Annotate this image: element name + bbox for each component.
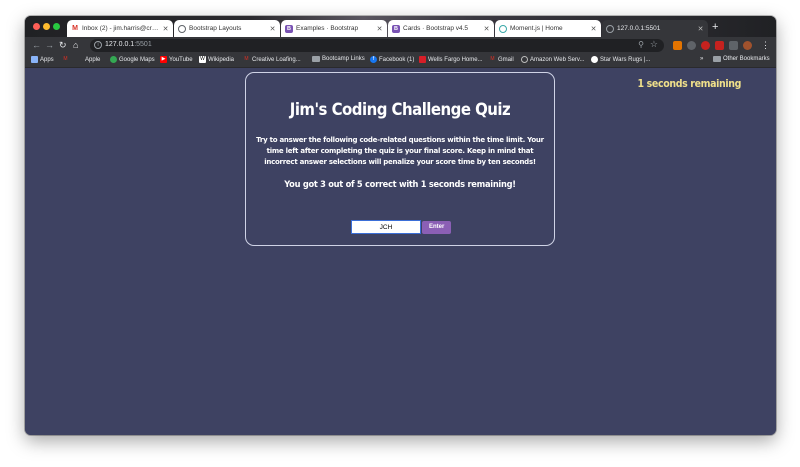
bookmarks-overflow-button[interactable]: »	[700, 56, 703, 62]
quiz-instructions: Try to answer the following code-related…	[256, 136, 544, 166]
tab-momentjs[interactable]: Moment.js | Home ✕	[495, 20, 601, 37]
back-arrow-icon[interactable]: ←	[32, 40, 41, 51]
moment-icon	[499, 24, 507, 33]
close-icon[interactable]: ✕	[697, 25, 704, 33]
quiz-title: Jim's Coding Challenge Quiz	[289, 100, 511, 120]
extension-icon[interactable]	[701, 41, 710, 50]
gmail-icon: M	[63, 56, 68, 62]
gmail-icon: M	[490, 56, 495, 62]
bookmark-facebook[interactable]: f Facebook (1)	[370, 56, 414, 63]
folder-icon	[312, 56, 320, 62]
close-icon[interactable]: ✕	[376, 25, 383, 33]
address-bar[interactable]: i 127.0.0.1:5501 ⚲ ☆	[90, 39, 664, 52]
initials-form: Enter	[351, 220, 452, 234]
home-icon[interactable]: ⌂	[73, 40, 78, 51]
address-port: :5501	[134, 41, 152, 48]
close-icon[interactable]: ✕	[162, 25, 169, 33]
apple-icon	[76, 56, 83, 63]
globe-icon	[606, 24, 614, 33]
browser-toolbar: ← → ↻ ⌂ i 127.0.0.1:5501 ⚲ ☆ ⋮	[25, 37, 776, 54]
wellsfargo-icon	[419, 56, 426, 63]
reload-icon[interactable]: ↻	[59, 40, 67, 51]
browser-window: M Inbox (2) - jim.harris@creativ... ✕ Bo…	[25, 16, 776, 435]
bookmark-youtube[interactable]: ▶ YouTube	[160, 56, 193, 63]
globe-icon	[178, 24, 186, 33]
bookmark-google-maps[interactable]: Google Maps	[110, 56, 155, 63]
extension-icon[interactable]	[715, 41, 724, 50]
youtube-icon: ▶	[160, 56, 167, 63]
bookmark-wikipedia[interactable]: W Wikipedia	[199, 56, 234, 63]
quiz-card: Jim's Coding Challenge Quiz Try to answe…	[245, 72, 555, 246]
bookmark-creative-loafing[interactable]: M Creative Loafing...	[243, 56, 300, 63]
bookmark-apple[interactable]: Apple	[76, 56, 100, 63]
forward-arrow-icon[interactable]: →	[45, 40, 54, 51]
close-icon[interactable]: ✕	[483, 25, 490, 33]
initials-input[interactable]	[351, 220, 421, 234]
bookmark-gmail-2[interactable]: M Gmail	[489, 56, 513, 63]
wikipedia-icon: W	[199, 56, 206, 63]
close-window-button[interactable]	[33, 23, 40, 30]
tab-bootstrap-layouts[interactable]: Bootstrap Layouts ✕	[174, 20, 280, 37]
folder-icon	[713, 56, 721, 62]
bootstrap-icon: B	[285, 24, 293, 33]
globe-icon	[521, 56, 528, 63]
minimize-window-button[interactable]	[43, 23, 50, 30]
bootstrap-icon: B	[392, 24, 400, 33]
tab-strip: M Inbox (2) - jim.harris@creativ... ✕ Bo…	[25, 16, 776, 37]
facebook-icon: f	[370, 56, 377, 63]
gmail-icon: M	[244, 56, 249, 62]
bookmark-bootcamp-links[interactable]: Bootcamp Links	[312, 56, 365, 62]
enter-button[interactable]: Enter	[422, 220, 452, 234]
maps-icon	[110, 56, 117, 63]
page-content: 1 seconds remaining Jim's Coding Challen…	[25, 68, 776, 435]
bookmark-gmail[interactable]: M	[62, 56, 69, 63]
apps-icon	[31, 56, 38, 63]
score-result: You got 3 out of 5 correct with 1 second…	[284, 180, 516, 190]
globe-icon	[591, 56, 598, 63]
zoom-icon[interactable]: ⚲	[638, 40, 644, 49]
bookmark-amazon-web-services[interactable]: Amazon Web Serv...	[521, 56, 584, 63]
puzzle-icon[interactable]	[729, 41, 738, 50]
maximize-window-button[interactable]	[53, 23, 60, 30]
tab-examples-bootstrap[interactable]: B Examples · Bootstrap ✕	[281, 20, 387, 37]
other-bookmarks[interactable]: Other Bookmarks	[713, 56, 770, 62]
address-host: 127.0.0.1	[105, 41, 135, 48]
bookmarks-bar: Apps M Apple Google Maps ▶ YouTube W Wikip…	[25, 54, 776, 68]
new-tab-button[interactable]: +	[712, 21, 718, 33]
tab-localhost[interactable]: 127.0.0.1:5501 ✕	[602, 20, 708, 37]
info-icon[interactable]: i	[94, 41, 102, 49]
extension-icon[interactable]	[687, 41, 696, 50]
close-icon[interactable]: ✕	[269, 25, 276, 33]
extension-icon[interactable]	[673, 41, 682, 50]
bookmark-star-wars-rugs[interactable]: Star Wars Rugs |...	[591, 56, 650, 63]
gmail-icon: M	[72, 25, 78, 32]
bookmark-star-icon[interactable]: ☆	[650, 39, 658, 50]
tab-gmail[interactable]: M Inbox (2) - jim.harris@creativ... ✕	[67, 20, 173, 37]
avatar[interactable]	[743, 41, 752, 50]
bookmark-apps[interactable]: Apps	[31, 56, 54, 63]
timer-text: 1 seconds remaining	[637, 78, 741, 90]
menu-icon[interactable]: ⋮	[761, 40, 770, 51]
bookmark-wells-fargo[interactable]: Wells Fargo Home...	[419, 56, 483, 63]
tab-cards-bootstrap[interactable]: B Cards · Bootstrap v4.5 ✕	[388, 20, 494, 37]
close-icon[interactable]: ✕	[590, 25, 597, 33]
